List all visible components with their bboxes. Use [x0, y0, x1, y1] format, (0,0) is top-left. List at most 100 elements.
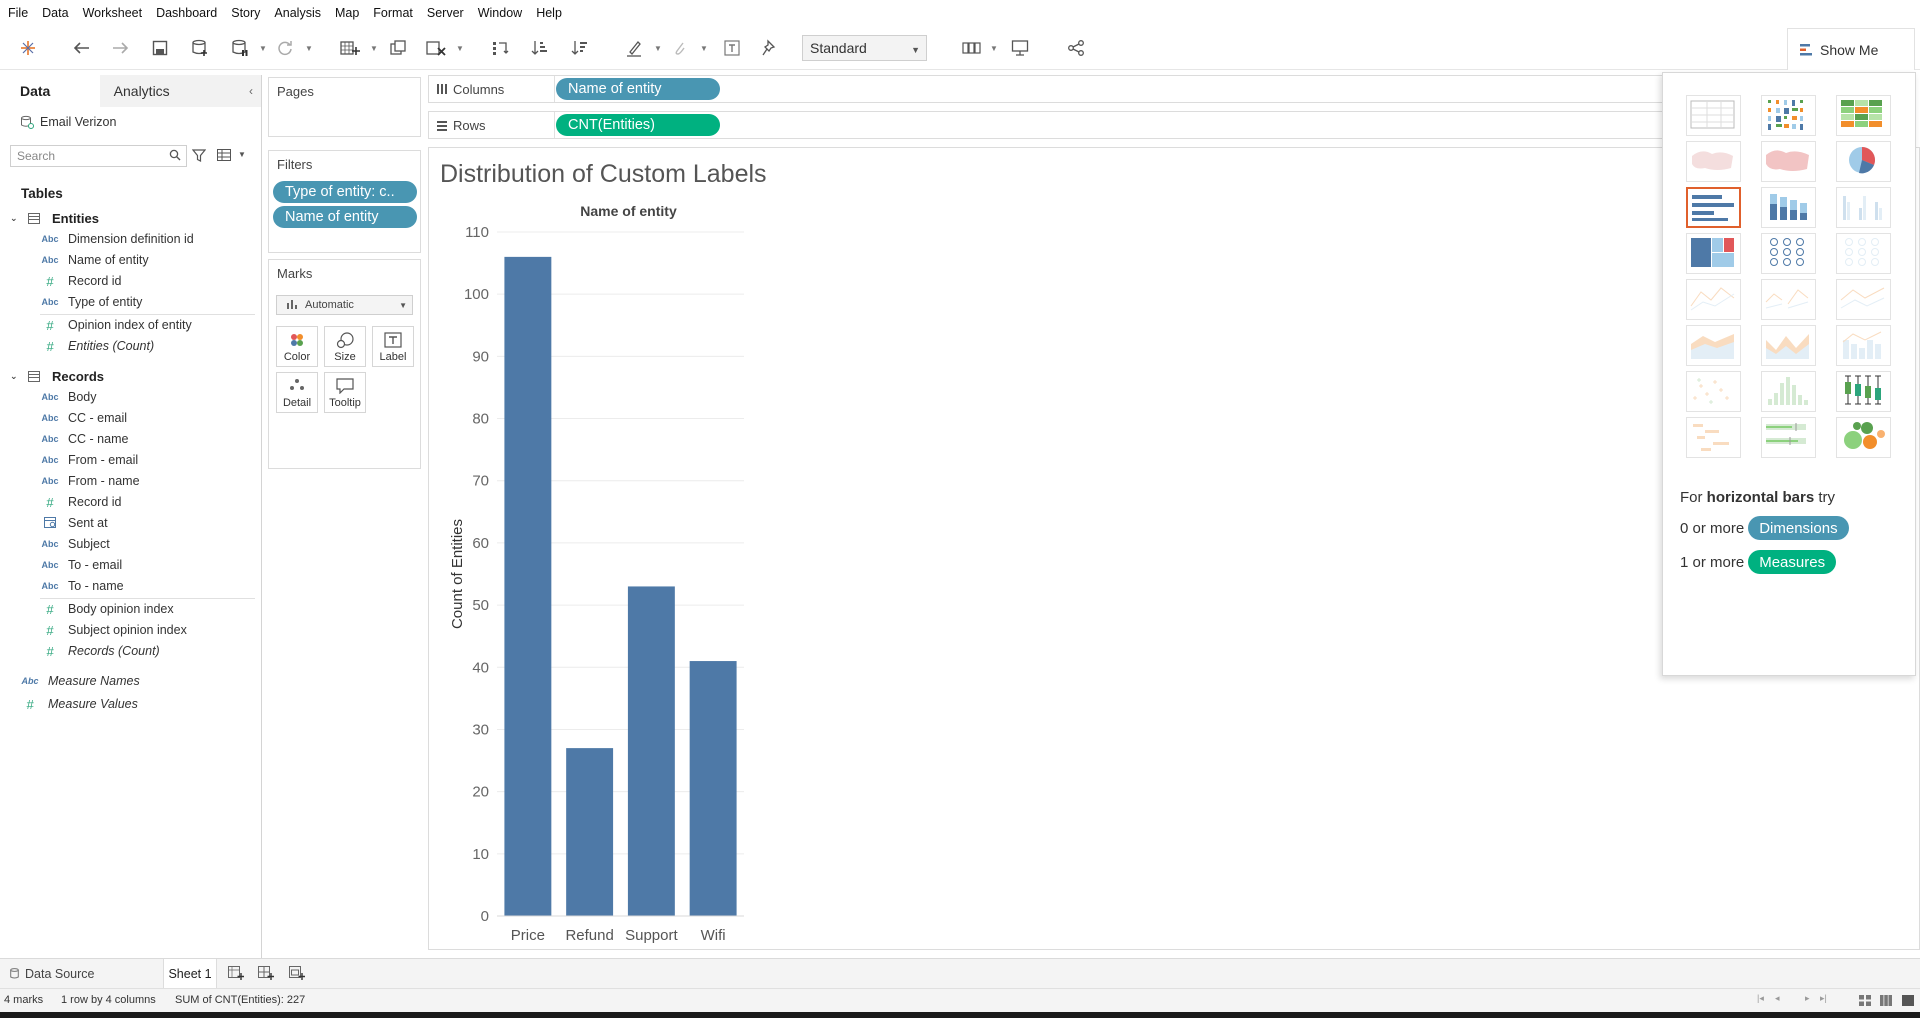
field-to-name[interactable]: Abc To - name	[0, 576, 260, 596]
side-by-side-circles-icon[interactable]	[1836, 233, 1891, 274]
clear-sheet-icon[interactable]	[422, 26, 450, 70]
heat-map-icon[interactable]	[1761, 95, 1816, 136]
group-members-icon[interactable]	[666, 26, 694, 70]
pie-chart-icon[interactable]	[1836, 141, 1891, 182]
field-cc-name[interactable]: Abc CC - name	[0, 429, 260, 449]
field-measure-values[interactable]: # Measure Values	[0, 694, 260, 714]
symbol-map-icon[interactable]	[1686, 141, 1741, 182]
view-options-icon[interactable]	[217, 149, 231, 161]
bar-price[interactable]	[504, 256, 552, 916]
marks-tooltip-button[interactable]: Tooltip	[324, 372, 366, 413]
show-filmstrip-icon[interactable]	[1880, 995, 1892, 1006]
stacked-bars-icon[interactable]	[1761, 187, 1816, 228]
caret-down-icon[interactable]: ▼	[654, 26, 662, 70]
bar-refund[interactable]	[566, 748, 614, 916]
menu-worksheet[interactable]: Worksheet	[83, 6, 143, 20]
marks-color-button[interactable]: Color	[276, 326, 318, 367]
show-me-button[interactable]: Show Me	[1787, 28, 1915, 70]
presentation-layout-icon[interactable]	[958, 26, 986, 70]
marks-detail-button[interactable]: Detail	[276, 372, 318, 413]
previous-sheet-icon[interactable]: ◂	[1775, 993, 1780, 1004]
field-measure-names[interactable]: Abc Measure Names	[0, 671, 260, 691]
bar-support[interactable]	[627, 586, 675, 916]
mark-type-dropdown[interactable]: Automatic ▼	[276, 295, 413, 315]
swap-rows-columns-icon[interactable]	[486, 26, 514, 70]
field-entities-count[interactable]: # Entities (Count)	[0, 336, 260, 356]
rows-shelf[interactable]: Rows CNT(Entities)	[428, 111, 1843, 139]
menu-map[interactable]: Map	[335, 6, 359, 20]
field-subject[interactable]: Abc Subject	[0, 534, 260, 554]
field-body-opinion-index[interactable]: # Body opinion index	[0, 599, 260, 619]
show-sheet-sorter-icon[interactable]	[1859, 995, 1871, 1006]
menu-story[interactable]: Story	[231, 6, 260, 20]
table-records[interactable]: ⌄ Records	[0, 365, 104, 387]
bullet-graph-icon[interactable]	[1761, 417, 1816, 458]
area-discrete-icon[interactable]	[1761, 325, 1816, 366]
columns-shelf[interactable]: Columns Name of entity	[428, 75, 1843, 103]
tableau-logo-icon[interactable]	[14, 26, 42, 70]
undo-icon[interactable]	[68, 26, 96, 70]
caret-down-icon[interactable]: ▼	[370, 26, 378, 70]
field-dimension-definition-id[interactable]: Abc Dimension definition id	[0, 229, 260, 249]
columns-pill-name-of-entity[interactable]: Name of entity	[556, 78, 720, 100]
dual-lines-icon[interactable]	[1836, 279, 1891, 320]
field-records-count[interactable]: # Records (Count)	[0, 641, 260, 661]
new-dashboard-icon[interactable]	[258, 966, 274, 980]
share-icon[interactable]	[1062, 26, 1090, 70]
show-mark-labels-icon[interactable]	[718, 26, 746, 70]
gantt-icon[interactable]	[1686, 417, 1741, 458]
horizontal-bars-icon[interactable]	[1686, 187, 1741, 228]
field-record-id[interactable]: # Record id	[0, 492, 260, 512]
refresh-icon[interactable]	[271, 26, 299, 70]
field-body[interactable]: Abc Body	[0, 387, 260, 407]
filters-card[interactable]: Filters Type of entity: c.. Name of enti…	[268, 150, 421, 253]
treemap-icon[interactable]	[1686, 233, 1741, 274]
filter-icon[interactable]	[192, 149, 206, 162]
field-record-id[interactable]: # Record id	[0, 271, 260, 291]
next-sheet-icon[interactable]: ▸	[1805, 993, 1810, 1004]
caret-down-icon[interactable]: ▼	[456, 26, 464, 70]
field-subject-opinion-index[interactable]: # Subject opinion index	[0, 620, 260, 640]
fit-dropdown[interactable]: Standard ▼	[802, 35, 927, 61]
filled-map-icon[interactable]	[1761, 141, 1816, 182]
field-from-email[interactable]: Abc From - email	[0, 450, 260, 470]
menu-window[interactable]: Window	[478, 6, 522, 20]
menu-help[interactable]: Help	[536, 6, 562, 20]
save-icon[interactable]	[146, 26, 174, 70]
field-sent-at[interactable]: Sent at	[0, 513, 260, 533]
caret-down-icon[interactable]: ▼	[990, 26, 998, 70]
last-sheet-icon[interactable]: ▸|	[1820, 993, 1827, 1004]
packed-bubbles-icon[interactable]	[1836, 417, 1891, 458]
first-sheet-icon[interactable]: |◂	[1757, 993, 1764, 1004]
datasource-item[interactable]: Email Verizon	[0, 107, 261, 137]
field-cc-email[interactable]: Abc CC - email	[0, 408, 260, 428]
pin-axes-icon[interactable]	[756, 26, 784, 70]
area-continuous-icon[interactable]	[1686, 325, 1741, 366]
caret-down-icon[interactable]: ▼	[305, 26, 313, 70]
scatter-plot-icon[interactable]	[1686, 371, 1741, 412]
sort-ascending-icon[interactable]	[526, 26, 554, 70]
new-worksheet-icon[interactable]	[336, 26, 364, 70]
new-story-icon[interactable]	[289, 966, 305, 980]
highlight-table-icon[interactable]	[1836, 95, 1891, 136]
text-table-icon[interactable]	[1686, 95, 1741, 136]
line-discrete-icon[interactable]	[1761, 279, 1816, 320]
box-whisker-icon[interactable]	[1836, 371, 1891, 412]
tab-sheet-1[interactable]: Sheet 1	[163, 959, 217, 988]
side-by-side-bars-icon[interactable]	[1836, 187, 1891, 228]
field-opinion-index[interactable]: # Opinion index of entity	[0, 315, 260, 335]
duplicate-sheet-icon[interactable]	[384, 26, 412, 70]
caret-down-icon[interactable]: ▼	[259, 26, 267, 70]
menu-server[interactable]: Server	[427, 6, 464, 20]
tab-analytics[interactable]: Analytics	[99, 75, 261, 107]
dual-combination-icon[interactable]	[1836, 325, 1891, 366]
menu-analysis[interactable]: Analysis	[274, 6, 321, 20]
menu-file[interactable]: File	[8, 6, 28, 20]
menu-dashboard[interactable]: Dashboard	[156, 6, 217, 20]
line-continuous-icon[interactable]	[1686, 279, 1741, 320]
new-worksheet-icon[interactable]	[228, 966, 244, 980]
marks-label-button[interactable]: Label	[372, 326, 414, 367]
presentation-mode-icon[interactable]	[1006, 26, 1034, 70]
circle-views-icon[interactable]	[1761, 233, 1816, 274]
field-to-email[interactable]: Abc To - email	[0, 555, 260, 575]
